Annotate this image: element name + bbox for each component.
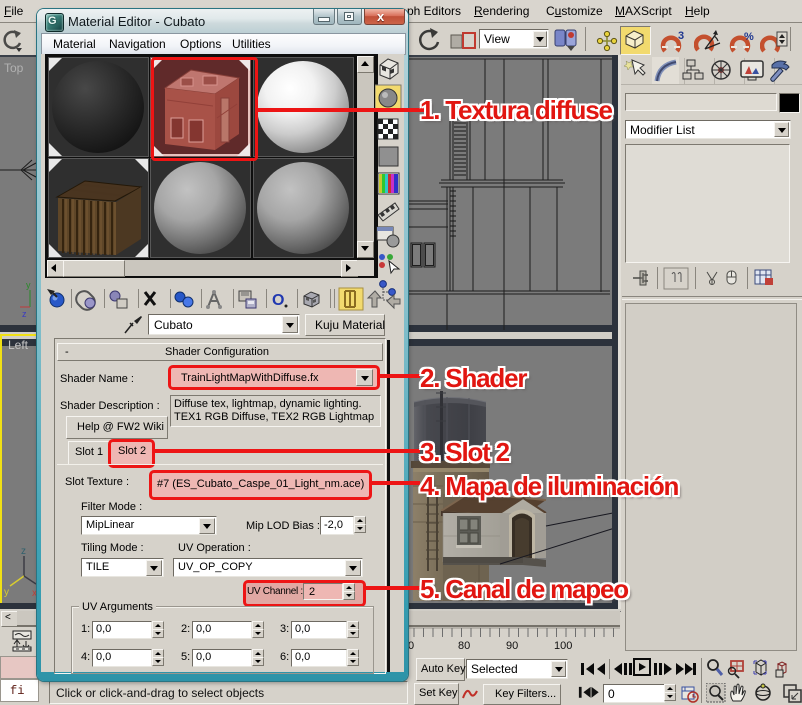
svg-text:y: y xyxy=(26,280,31,290)
svg-text:80: 80 xyxy=(458,640,470,652)
svg-text:z: z xyxy=(21,546,26,557)
svg-text:90: 90 xyxy=(506,640,518,652)
svg-text:z: z xyxy=(22,309,27,319)
svg-text:O: O xyxy=(272,292,284,309)
svg-text:0: 0 xyxy=(408,640,414,652)
svg-text:%: % xyxy=(744,31,754,43)
svg-text:y: y xyxy=(4,587,9,598)
svg-text:100: 100 xyxy=(554,640,572,652)
svg-text:3: 3 xyxy=(678,30,684,42)
